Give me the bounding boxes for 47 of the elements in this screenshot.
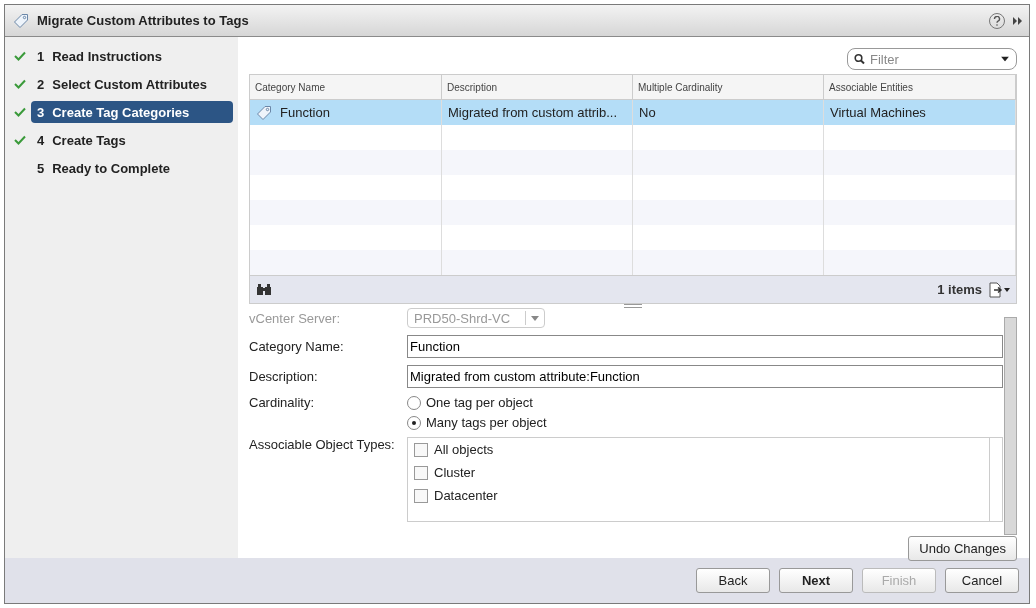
binoculars-icon[interactable] <box>256 283 272 296</box>
wizard-button[interactable]: Back <box>696 568 770 593</box>
table-cell: Function <box>280 105 330 120</box>
column-header[interactable]: Description <box>442 75 633 100</box>
dropdown-caret-icon <box>531 315 539 321</box>
wizard-step[interactable]: 5 Ready to Complete <box>31 157 233 179</box>
field-label: Category Name: <box>249 339 345 354</box>
option-label: Many tags per object <box>426 415 547 430</box>
wizard-step[interactable]: 4 Create Tags <box>31 129 233 151</box>
checkbox[interactable] <box>414 442 428 457</box>
tag-icon <box>13 12 29 29</box>
table-cell: Migrated from custom attrib... <box>448 105 618 120</box>
field-label: Cardinality: <box>249 395 316 410</box>
column-header[interactable]: Category Name <box>250 75 442 100</box>
checkbox[interactable] <box>414 465 428 480</box>
dropdown-caret-icon <box>1001 56 1009 62</box>
checkbox[interactable] <box>414 488 428 503</box>
export-icon[interactable] <box>988 281 1010 298</box>
undo-changes-button[interactable]: Undo Changes <box>908 536 1017 561</box>
item-count: 1 items <box>936 282 982 297</box>
column-header[interactable]: Multiple Cardinality <box>633 75 824 100</box>
wizard-button[interactable]: Next <box>779 568 853 593</box>
field-label: vCenter Server: <box>249 310 342 326</box>
wizard-step[interactable]: 1 Read Instructions <box>31 45 233 67</box>
category-name-field[interactable]: Function <box>407 335 1003 358</box>
checkbox-label: All objects <box>434 442 494 457</box>
wizard-step[interactable]: 2 Select Custom Attributes <box>31 73 233 95</box>
table-row[interactable]: Function Migrated from custom attrib... No Virtual Machines <box>250 100 1016 125</box>
table-cell: No <box>639 105 656 120</box>
tag-icon <box>256 104 272 121</box>
checkbox-label: Cluster <box>434 465 476 480</box>
field-label: Associable Object Types: <box>249 437 396 452</box>
option-label: One tag per object <box>426 395 533 410</box>
table-cell: Virtual Machines <box>830 105 926 120</box>
wizard-button[interactable]: Cancel <box>945 568 1019 593</box>
filter-field[interactable]: Filter <box>847 48 1017 70</box>
checkbox-label: Datacenter <box>434 488 498 503</box>
radio-button[interactable] <box>407 415 421 430</box>
window-title: Migrate Custom Attributes to Tags <box>37 13 250 28</box>
radio-button[interactable] <box>407 395 421 410</box>
scrollbar[interactable] <box>1004 317 1017 535</box>
wizard-step[interactable]: 3 Create Tag Categories <box>31 101 233 123</box>
field-label: Description: <box>249 369 319 384</box>
expand-icon[interactable] <box>1013 15 1023 26</box>
column-header[interactable]: Associable Entities <box>824 75 1016 100</box>
splitter-handle[interactable] <box>624 304 642 308</box>
description-field[interactable]: Migrated from custom attribute:Function <box>407 365 1003 388</box>
